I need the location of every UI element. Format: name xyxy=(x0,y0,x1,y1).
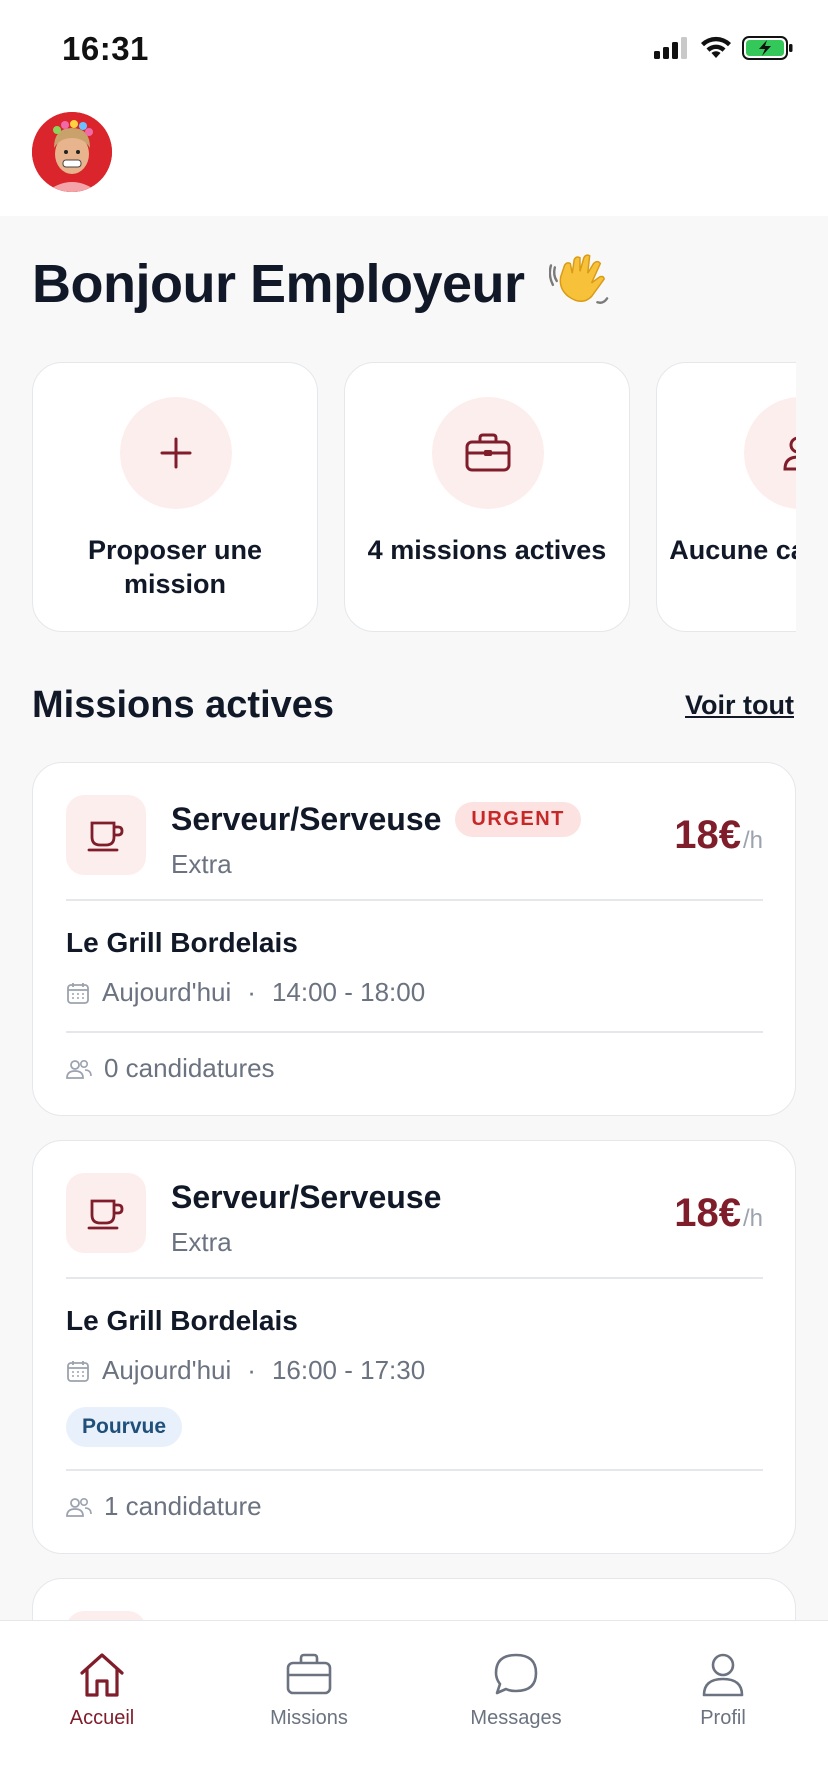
quick-action-label: Aucune candidature xyxy=(669,535,796,565)
greeting-text: Bonjour Employeur xyxy=(32,254,525,314)
quick-action-icon-wrap xyxy=(120,397,232,509)
bottom-tab-bar: Accueil Missions Messages Profil xyxy=(0,1620,828,1792)
mission-hours: 16:00 - 17:30 xyxy=(271,1355,426,1385)
status-badge: Pourvue xyxy=(66,1407,183,1447)
user-icon xyxy=(783,436,796,471)
applications-count: 1 candidature xyxy=(104,1491,262,1521)
mission-day: Aujourd'hui xyxy=(102,1355,232,1385)
tab-label: Profil xyxy=(700,1707,746,1729)
mission-title-row: Serveur/Serveuse xyxy=(171,1179,441,1216)
users-icon xyxy=(66,1059,92,1079)
mission-title: Serveur/Serveuse xyxy=(171,1179,442,1215)
mission-title: Serveur/Serveuse xyxy=(171,801,442,837)
avatar[interactable] xyxy=(32,112,112,192)
mission-schedule: Aujourd'hui · 14:00 - 18:00 xyxy=(66,977,425,1008)
calendar-icon xyxy=(67,1360,89,1382)
quick-action-label: Proposer une mission xyxy=(87,535,263,599)
mission-applications: 0 candidatures xyxy=(66,1053,275,1084)
status-icons xyxy=(654,36,794,60)
quick-action-active-missions[interactable]: 4 missions actives xyxy=(344,362,630,632)
mission-company: Le Grill Bordelais xyxy=(66,927,298,958)
plus-icon xyxy=(160,437,192,469)
calendar-icon xyxy=(67,982,89,1004)
tab-label: Accueil xyxy=(69,1707,135,1729)
tab-accueil[interactable]: Accueil xyxy=(22,1649,182,1730)
signal-icon xyxy=(654,37,687,59)
mission-applications: 1 candidature xyxy=(66,1491,262,1522)
divider xyxy=(66,1277,763,1279)
mission-type: Extra xyxy=(171,1227,232,1257)
mission-hours: 14:00 - 18:00 xyxy=(271,977,426,1007)
mission-icon-wrap xyxy=(66,795,146,875)
quick-actions-row[interactable]: Proposer une mission 4 missions actives … xyxy=(32,362,796,634)
quick-action-icon-wrap xyxy=(432,397,544,509)
waving-hand-icon xyxy=(549,254,609,304)
status-time: 16:31 xyxy=(62,30,149,67)
separator-dot: · xyxy=(247,1355,256,1385)
users-icon xyxy=(66,1497,92,1517)
mission-price-value: 18€ xyxy=(674,1191,741,1235)
divider xyxy=(66,1031,763,1033)
greeting-title: Bonjour Employeur xyxy=(32,248,611,315)
divider xyxy=(66,899,763,901)
mission-card[interactable]: Serveur/Serveuse URGENT Extra 18€/h Le G… xyxy=(32,762,796,1116)
quick-action-no-applications[interactable]: Aucune candidature xyxy=(656,362,796,632)
urgent-badge: URGENT xyxy=(455,802,581,837)
coffee-cup-icon xyxy=(87,1199,124,1230)
tab-messages[interactable]: Messages xyxy=(436,1649,596,1730)
wifi-icon xyxy=(701,36,731,58)
quick-action-label: 4 missions actives xyxy=(367,535,607,565)
mission-price-unit: /h xyxy=(742,827,763,854)
mission-type: Extra xyxy=(171,849,232,879)
home-icon xyxy=(80,1653,124,1697)
briefcase-icon xyxy=(286,1653,332,1695)
tab-label: Messages xyxy=(470,1707,562,1729)
status-bar: 16:31 xyxy=(0,0,828,100)
mission-price-unit: /h xyxy=(742,1205,763,1232)
mission-price: 18€/h xyxy=(674,1191,763,1236)
applications-count: 0 candidatures xyxy=(104,1053,275,1083)
mission-price-value: 18€ xyxy=(674,813,741,857)
avatar-illustration-icon xyxy=(32,112,112,192)
divider xyxy=(66,1469,763,1471)
mission-icon-wrap xyxy=(66,1173,146,1253)
mission-schedule: Aujourd'hui · 16:00 - 17:30 xyxy=(66,1355,425,1386)
mission-title-row: Serveur/Serveuse URGENT xyxy=(171,801,581,838)
battery-charging-icon xyxy=(742,36,793,60)
quick-action-icon-wrap xyxy=(744,397,796,509)
chat-bubble-icon xyxy=(494,1653,538,1695)
coffee-cup-icon xyxy=(87,821,124,852)
mission-price: 18€/h xyxy=(674,813,763,858)
person-icon xyxy=(702,1653,744,1697)
briefcase-icon xyxy=(465,433,511,472)
mission-company: Le Grill Bordelais xyxy=(66,1305,298,1336)
tab-missions[interactable]: Missions xyxy=(229,1649,389,1730)
section-title: Missions actives xyxy=(32,684,335,726)
tab-label: Missions xyxy=(270,1707,348,1729)
mission-card[interactable]: Serveur/Serveuse Extra 18€/h Le Grill Bo… xyxy=(32,1140,796,1554)
mission-day: Aujourd'hui xyxy=(102,977,232,1007)
tab-profil[interactable]: Profil xyxy=(643,1649,803,1730)
see-all-link[interactable]: Voir tout xyxy=(685,690,794,721)
quick-action-propose-mission[interactable]: Proposer une mission xyxy=(32,362,318,632)
separator-dot: · xyxy=(247,977,256,1007)
